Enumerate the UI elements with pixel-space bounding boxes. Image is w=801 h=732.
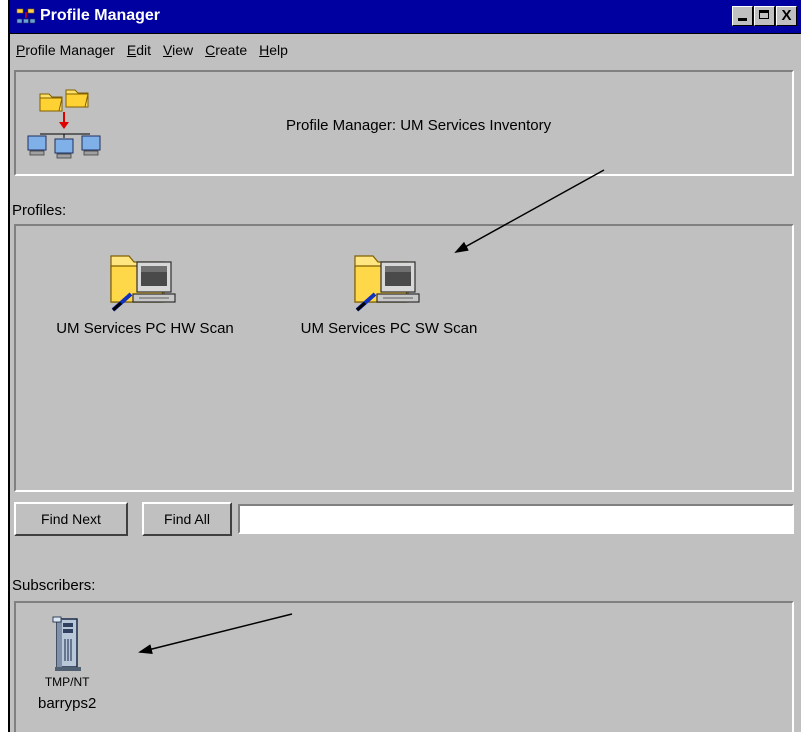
- subscribers-panel: TMP/NT barryps2: [14, 601, 794, 732]
- profile-manager-title: Profile Manager: UM Services Inventory: [286, 117, 552, 134]
- menu-bar: Profile Manager Edit View Create Help: [10, 36, 801, 64]
- profiles-panel: UM Services PC HW Scan UM Services PC SW…: [14, 224, 794, 492]
- profile-manager-window: Profile Manager X Profile Manager Edit V…: [8, 0, 801, 732]
- find-input[interactable]: [238, 504, 794, 534]
- header-panel: Profile Manager: UM Services Inventory: [14, 70, 794, 176]
- minimize-button[interactable]: [732, 6, 753, 26]
- subscriber-item-barryps2[interactable]: TMP/NT barryps2: [38, 615, 96, 712]
- find-next-button[interactable]: Find Next: [14, 502, 128, 536]
- subscriber-name: barryps2: [38, 695, 97, 712]
- subscribers-label: Subscribers:: [12, 577, 96, 594]
- menu-view[interactable]: View: [159, 42, 201, 58]
- profile-manager-icon: [27, 89, 101, 159]
- app-icon: [16, 8, 36, 24]
- server-tower-icon: [52, 616, 82, 671]
- title-bar[interactable]: Profile Manager X: [10, 0, 801, 34]
- find-all-button[interactable]: Find All: [142, 502, 232, 536]
- menu-edit[interactable]: Edit: [123, 42, 159, 58]
- profile-item-label: UM Services PC HW Scan: [56, 320, 234, 337]
- profiles-label: Profiles:: [12, 202, 67, 219]
- find-row: Find Next Find All: [14, 502, 798, 536]
- profile-item-hw-scan[interactable]: UM Services PC HW Scan: [30, 242, 260, 337]
- menu-profile-manager[interactable]: Profile Manager: [10, 42, 123, 58]
- maximize-button[interactable]: [754, 6, 775, 26]
- profile-item-sw-scan[interactable]: UM Services PC SW Scan: [274, 242, 504, 337]
- subscriber-tag: TMP/NT: [44, 675, 90, 689]
- menu-help[interactable]: Help: [255, 42, 296, 58]
- profile-folder-computer-icon: [354, 255, 420, 312]
- close-button[interactable]: X: [776, 6, 797, 26]
- window-title: Profile Manager: [40, 7, 161, 24]
- menu-create[interactable]: Create: [201, 42, 255, 58]
- profile-folder-computer-icon: [110, 255, 176, 312]
- profile-item-label: UM Services PC SW Scan: [300, 320, 478, 337]
